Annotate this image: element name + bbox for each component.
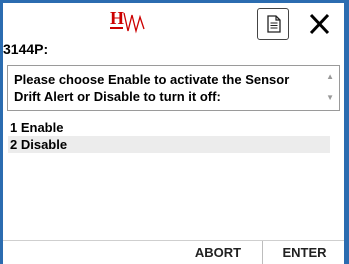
document-icon <box>267 15 281 33</box>
page-title: 3144P: <box>3 41 49 57</box>
document-button[interactable] <box>257 8 289 40</box>
option-enable[interactable]: 1 Enable <box>8 119 330 136</box>
button-divider <box>262 241 263 264</box>
scroll-up-icon[interactable]: ▲ <box>326 73 334 81</box>
close-icon <box>309 13 330 35</box>
app-window: H 3144P: Please choose Enable to activat… <box>3 3 344 264</box>
svg-text:H: H <box>110 8 124 28</box>
scroll-down-icon[interactable]: ▼ <box>326 94 334 102</box>
option-list: 1 Enable 2 Disable <box>8 119 330 153</box>
enter-button[interactable]: ENTER <box>265 241 344 264</box>
prompt-text: Please choose Enable to activate the Sen… <box>14 72 290 104</box>
close-button[interactable] <box>303 8 335 40</box>
bottom-toolbar: ABORT ENTER <box>3 240 344 264</box>
abort-button[interactable]: ABORT <box>178 241 258 264</box>
option-disable[interactable]: 2 Disable <box>8 136 330 153</box>
prompt-box[interactable]: Please choose Enable to activate the Sen… <box>7 65 340 111</box>
hw-logo-icon: H <box>110 8 145 34</box>
